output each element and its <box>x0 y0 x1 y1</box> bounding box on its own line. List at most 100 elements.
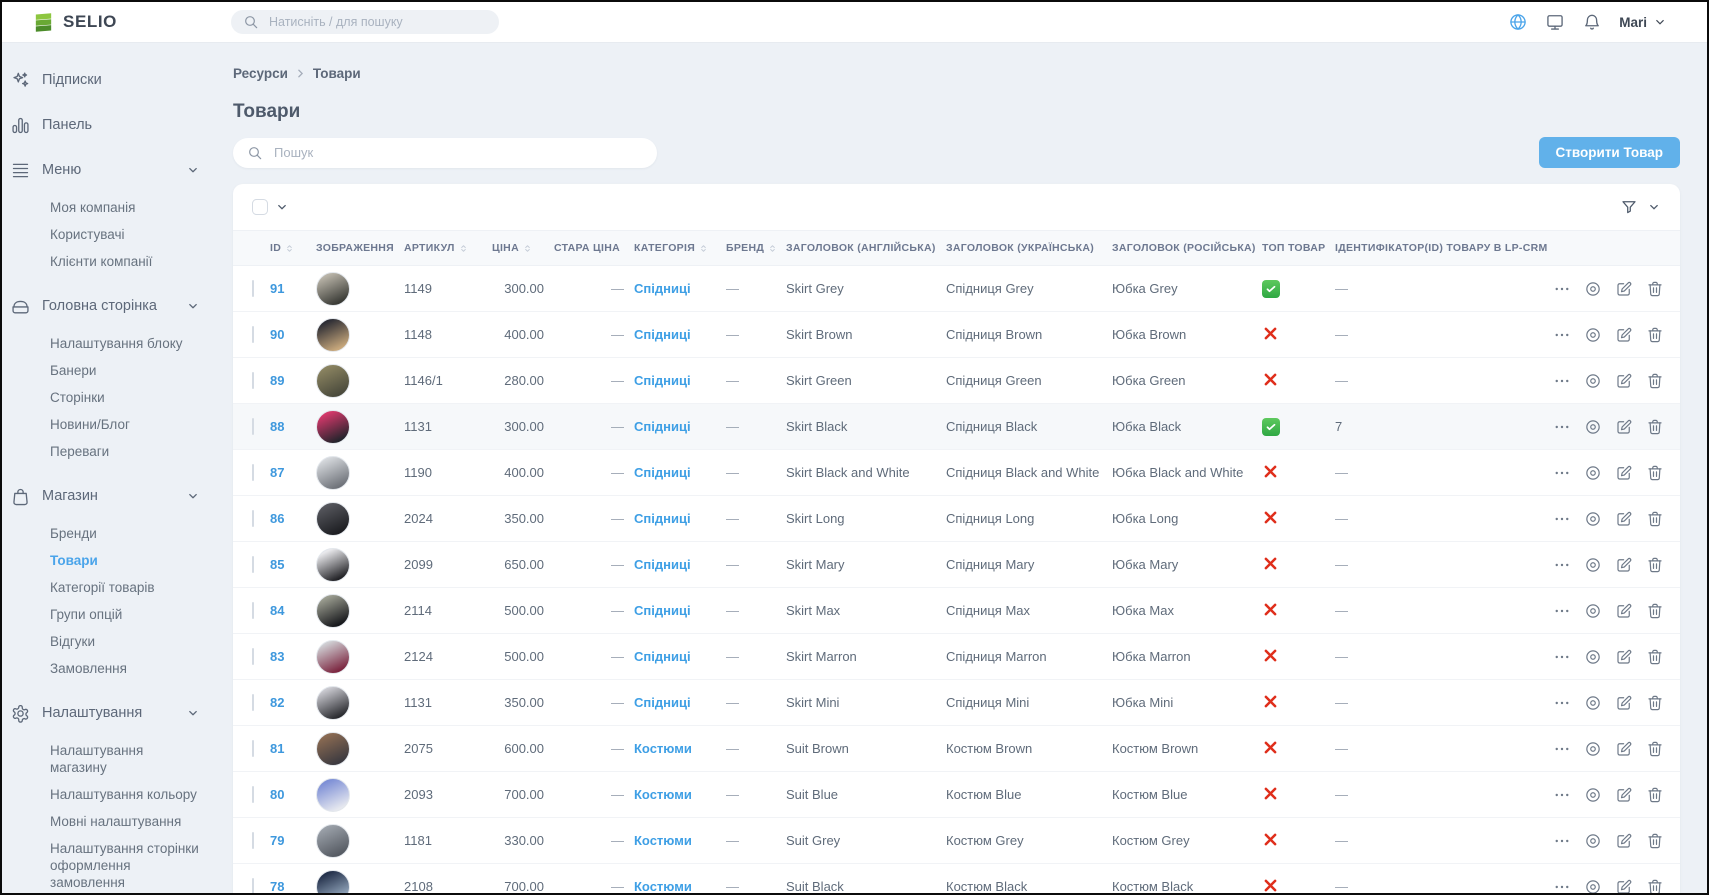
sidebar-subitem[interactable]: Замовлення <box>50 660 202 677</box>
products-search-input[interactable] <box>272 144 643 161</box>
product-id-link[interactable]: 78 <box>270 864 316 895</box>
row-delete-icon[interactable] <box>1646 694 1664 712</box>
create-product-button[interactable]: Створити Товар <box>1539 137 1680 168</box>
row-delete-icon[interactable] <box>1646 372 1664 390</box>
row-view-icon[interactable] <box>1584 694 1602 712</box>
global-search-input[interactable] <box>267 14 487 30</box>
product-image[interactable] <box>316 456 350 490</box>
product-id-link[interactable]: 83 <box>270 634 316 680</box>
row-edit-icon[interactable] <box>1615 372 1633 390</box>
row-more-actions-icon[interactable] <box>1553 418 1571 436</box>
row-view-icon[interactable] <box>1584 326 1602 344</box>
product-category-link[interactable]: Спідниці <box>634 312 726 358</box>
row-more-actions-icon[interactable] <box>1553 740 1571 758</box>
sidebar-item-5[interactable]: Налаштування <box>10 701 206 725</box>
row-more-actions-icon[interactable] <box>1553 372 1571 390</box>
product-category-link[interactable]: Спідниці <box>634 358 726 404</box>
row-view-icon[interactable] <box>1584 786 1602 804</box>
product-id-link[interactable]: 85 <box>270 542 316 588</box>
row-checkbox[interactable] <box>252 878 254 895</box>
sidebar-subitem[interactable]: Банери <box>50 362 202 379</box>
sort-icon[interactable] <box>698 243 709 254</box>
sidebar-item-1[interactable]: Панель <box>10 113 206 137</box>
row-edit-icon[interactable] <box>1615 878 1633 895</box>
product-image[interactable] <box>316 824 350 858</box>
sort-icon[interactable] <box>767 243 778 254</box>
row-more-actions-icon[interactable] <box>1553 326 1571 344</box>
row-more-actions-icon[interactable] <box>1553 510 1571 528</box>
column-header[interactable]: ID <box>270 231 316 266</box>
product-id-link[interactable]: 88 <box>270 404 316 450</box>
row-edit-icon[interactable] <box>1615 280 1633 298</box>
row-delete-icon[interactable] <box>1646 418 1664 436</box>
sidebar-item-2[interactable]: Меню <box>10 158 206 182</box>
row-more-actions-icon[interactable] <box>1553 280 1571 298</box>
row-checkbox[interactable] <box>252 832 254 849</box>
global-search[interactable] <box>231 10 499 34</box>
sidebar-subitem[interactable]: Новини/Блог <box>50 416 202 433</box>
row-checkbox[interactable] <box>252 418 254 435</box>
column-header[interactable]: КАТЕГОРІЯ <box>634 231 726 266</box>
product-category-link[interactable]: Спідниці <box>634 634 726 680</box>
sidebar-subitem[interactable]: Сторінки <box>50 389 202 406</box>
product-image[interactable] <box>316 732 350 766</box>
sidebar-subitem[interactable]: Групи опцій <box>50 606 202 623</box>
row-view-icon[interactable] <box>1584 648 1602 666</box>
row-edit-icon[interactable] <box>1615 510 1633 528</box>
row-checkbox[interactable] <box>252 648 254 665</box>
sidebar-subitem[interactable]: Клієнти компанії <box>50 253 202 270</box>
row-checkbox[interactable] <box>252 510 254 527</box>
row-view-icon[interactable] <box>1584 556 1602 574</box>
product-image[interactable] <box>316 502 350 536</box>
row-delete-icon[interactable] <box>1646 602 1664 620</box>
row-delete-icon[interactable] <box>1646 832 1664 850</box>
row-more-actions-icon[interactable] <box>1553 786 1571 804</box>
product-id-link[interactable]: 86 <box>270 496 316 542</box>
product-id-link[interactable]: 80 <box>270 772 316 818</box>
sidebar-subitem[interactable]: Налаштування сторінки оформлення замовле… <box>50 840 202 891</box>
product-id-link[interactable]: 89 <box>270 358 316 404</box>
product-category-link[interactable]: Спідниці <box>634 496 726 542</box>
row-checkbox[interactable] <box>252 556 254 573</box>
row-checkbox[interactable] <box>252 372 254 389</box>
row-view-icon[interactable] <box>1584 464 1602 482</box>
sidebar-subitem[interactable]: Користувачі <box>50 226 202 243</box>
product-id-link[interactable]: 79 <box>270 818 316 864</box>
row-view-icon[interactable] <box>1584 832 1602 850</box>
sort-icon[interactable] <box>284 243 295 254</box>
row-edit-icon[interactable] <box>1615 602 1633 620</box>
row-checkbox[interactable] <box>252 740 254 757</box>
sidebar-subitem[interactable]: Відгуки <box>50 633 202 650</box>
product-category-link[interactable]: Костюми <box>634 818 726 864</box>
product-image[interactable] <box>316 272 350 306</box>
brand[interactable]: SELIO <box>2 11 231 34</box>
row-more-actions-icon[interactable] <box>1553 648 1571 666</box>
select-all-checkbox[interactable] <box>252 199 268 215</box>
sort-icon[interactable] <box>458 243 469 254</box>
product-category-link[interactable]: Спідниці <box>634 680 726 726</box>
column-header[interactable]: БРЕНД <box>726 231 786 266</box>
product-image[interactable] <box>316 548 350 582</box>
sidebar-subitem[interactable]: Мовні налаштування <box>50 813 202 830</box>
row-edit-icon[interactable] <box>1615 648 1633 666</box>
row-more-actions-icon[interactable] <box>1553 878 1571 895</box>
row-delete-icon[interactable] <box>1646 556 1664 574</box>
product-image[interactable] <box>316 778 350 812</box>
filter-funnel-icon[interactable] <box>1620 198 1638 216</box>
product-category-link[interactable]: Костюми <box>634 726 726 772</box>
row-checkbox[interactable] <box>252 786 254 803</box>
row-more-actions-icon[interactable] <box>1553 464 1571 482</box>
sidebar-subitem[interactable]: Моя компанія <box>50 199 202 216</box>
product-category-link[interactable]: Костюми <box>634 772 726 818</box>
product-id-link[interactable]: 90 <box>270 312 316 358</box>
product-id-link[interactable]: 87 <box>270 450 316 496</box>
sidebar-subitem[interactable]: Переваги <box>50 443 202 460</box>
row-edit-icon[interactable] <box>1615 326 1633 344</box>
row-view-icon[interactable] <box>1584 510 1602 528</box>
notifications-bell-icon[interactable] <box>1582 12 1602 32</box>
product-category-link[interactable]: Спідниці <box>634 404 726 450</box>
product-id-link[interactable]: 81 <box>270 726 316 772</box>
product-image[interactable] <box>316 364 350 398</box>
user-menu[interactable]: Mari <box>1619 15 1667 30</box>
row-delete-icon[interactable] <box>1646 786 1664 804</box>
